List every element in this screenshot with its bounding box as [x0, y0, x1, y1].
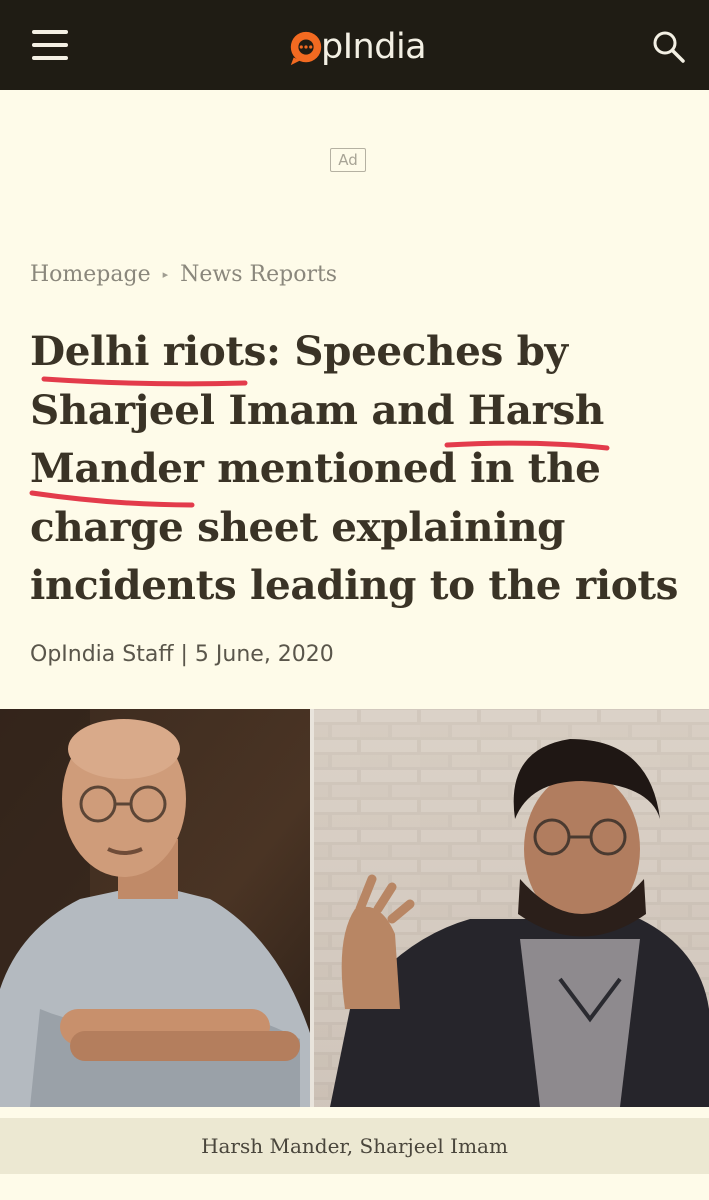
article-byline: OpIndia Staff | 5 June, 2020 [30, 642, 334, 667]
breadcrumb-home-link[interactable]: Homepage [30, 262, 151, 287]
hamburger-menu-icon[interactable] [32, 30, 68, 60]
search-icon[interactable] [650, 28, 688, 66]
logo-text: pIndia [321, 27, 427, 67]
image-caption-bar: Harsh Mander, Sharjeel Imam [0, 1118, 709, 1174]
image-caption: Harsh Mander, Sharjeel Imam [201, 1134, 508, 1158]
article-title: Delhi riots: Speeches by Sharjeel Imam a… [30, 327, 679, 609]
article-hero-image [0, 709, 709, 1107]
opindia-logo[interactable]: pIndia [287, 26, 427, 70]
top-nav-bar: pIndia [0, 0, 709, 90]
breadcrumb-news-reports-link[interactable]: News Reports [180, 262, 337, 287]
breadcrumb-separator-icon: ▸ [162, 268, 169, 281]
publish-date: 5 June, 2020 [194, 642, 334, 667]
logo-mark-icon [290, 31, 322, 66]
byline-separator: | [180, 642, 188, 667]
author-link[interactable]: OpIndia Staff [30, 642, 174, 667]
ad-label: Ad [330, 148, 366, 172]
breadcrumb: Homepage ▸ News Reports [30, 262, 337, 287]
